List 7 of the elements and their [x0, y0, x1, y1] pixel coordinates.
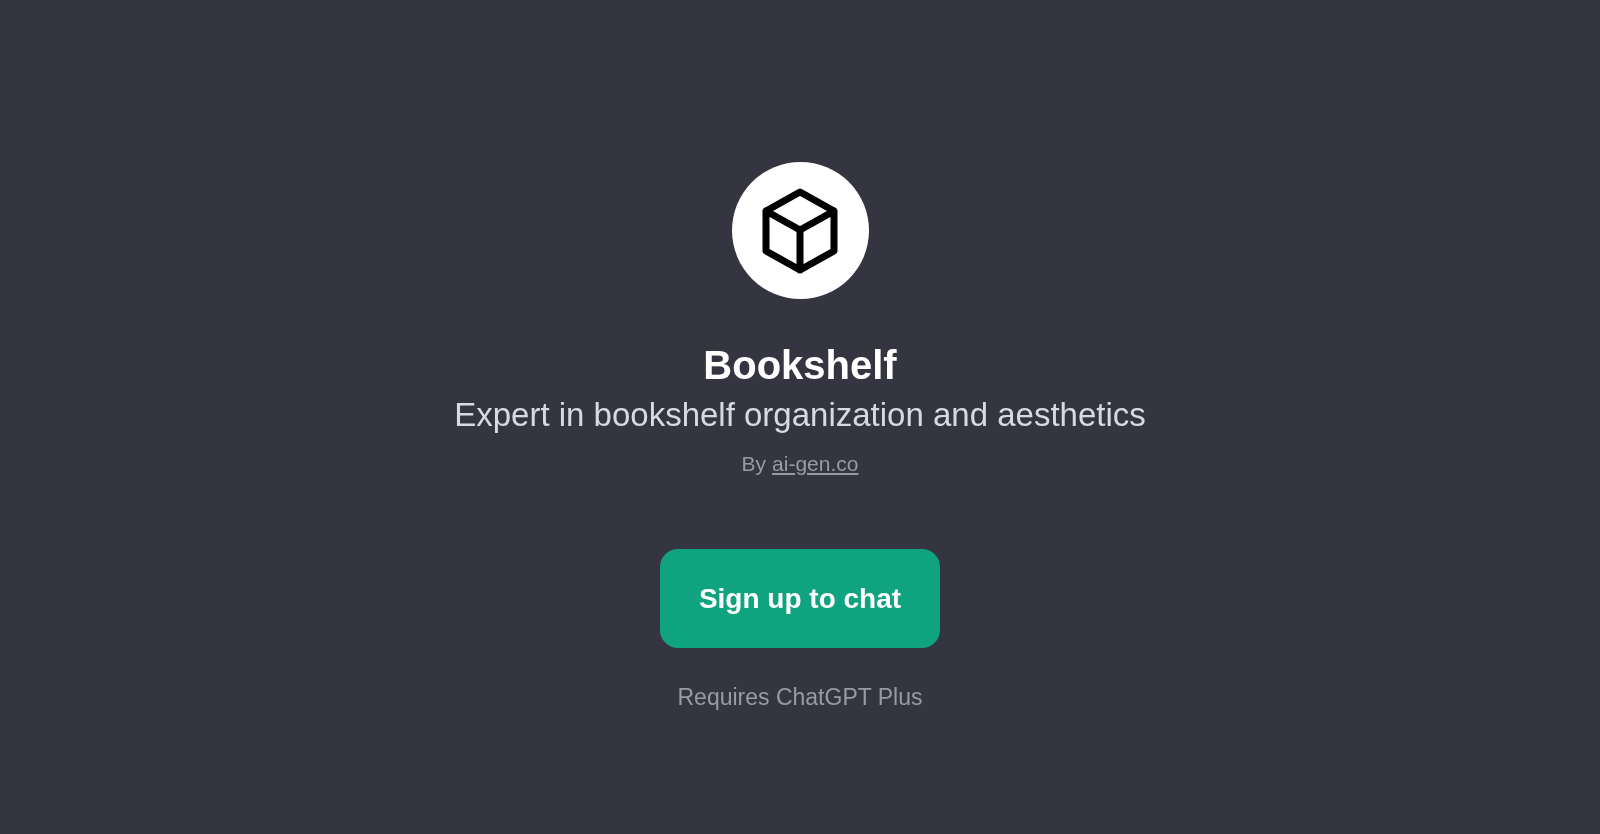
cube-icon — [761, 187, 839, 274]
author-label: By — [741, 451, 767, 477]
gpt-description: Expert in bookshelf organization and aesthetics — [454, 395, 1146, 435]
requirement-note: Requires ChatGPT Plus — [677, 683, 923, 712]
gpt-title: Bookshelf — [703, 342, 897, 389]
author-link[interactable]: ai-gen.co — [772, 449, 859, 479]
sign-up-button[interactable]: Sign up to chat — [660, 549, 940, 648]
